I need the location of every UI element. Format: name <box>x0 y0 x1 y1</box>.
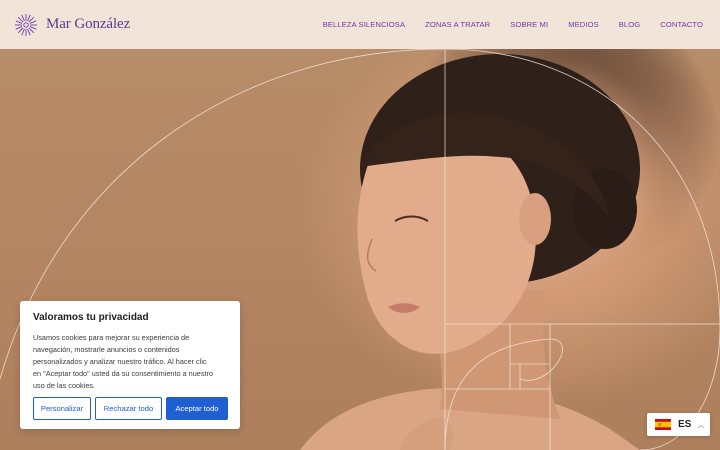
cookie-text-line: en "Aceptar todo" usted da su consentimi… <box>33 369 214 378</box>
accept-all-button[interactable]: Aceptar todo <box>166 397 228 420</box>
site-header: Mar González BELLEZA SILENCIOSA ZONAS A … <box>0 0 720 49</box>
brand-logo-link[interactable]: Mar González <box>14 13 130 37</box>
cookie-text-line: personalizados y analizar nuestro tráfic… <box>33 357 207 366</box>
brand-name: Mar González <box>46 16 131 32</box>
cookie-description: Usamos cookies para mejorar su experienc… <box>33 332 227 392</box>
nav-item-contacto[interactable]: CONTACTO <box>660 20 703 29</box>
nav-item-sobre-mi[interactable]: SOBRE MI <box>510 20 548 29</box>
cookie-text-line: Usamos cookies para mejorar su experienc… <box>33 333 190 342</box>
nav-item-zonas-a-tratar[interactable]: ZONAS A TRATAR <box>425 20 490 29</box>
sunburst-logo-icon <box>15 13 37 36</box>
main-nav: BELLEZA SILENCIOSA ZONAS A TRATAR SOBRE … <box>303 20 703 29</box>
nav-item-blog[interactable]: BLOG <box>619 20 641 29</box>
nav-item-belleza-silenciosa[interactable]: BELLEZA SILENCIOSA <box>323 20 405 29</box>
customize-button[interactable]: Personalizar <box>33 397 91 420</box>
nav-item-medios[interactable]: MEDIOS <box>568 20 599 29</box>
chevron-up-icon: ︿ <box>697 421 705 429</box>
cookie-text-line: uso de las cookies. <box>33 381 96 390</box>
cookie-title: Valoramos tu privacidad <box>33 312 149 323</box>
spain-flag-icon <box>655 419 671 430</box>
cookie-button-row: Personalizar Rechazar todo Aceptar todo <box>33 397 228 420</box>
cookie-text-line: navegación, mostrarle anuncios o conteni… <box>33 345 180 354</box>
reject-all-button[interactable]: Rechazar todo <box>95 397 162 420</box>
cookie-consent-dialog: Valoramos tu privacidad Usamos cookies p… <box>20 301 240 429</box>
language-code: ES <box>678 419 692 430</box>
language-switcher[interactable]: ES ︿ <box>647 413 710 436</box>
